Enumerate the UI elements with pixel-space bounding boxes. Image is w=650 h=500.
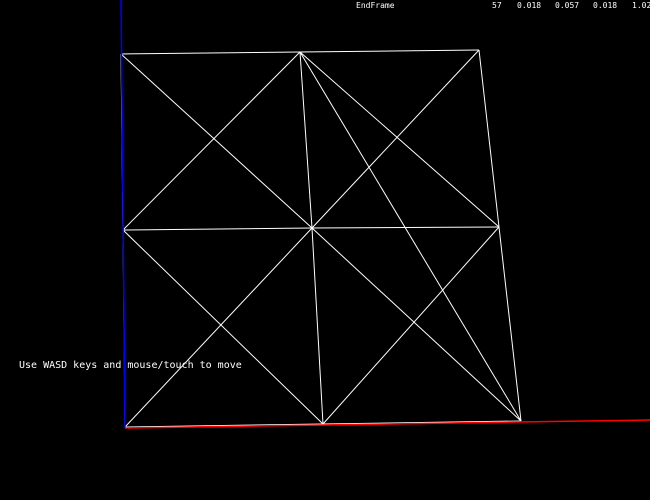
mesh-edge [299,49,480,53]
mesh-edge [311,227,522,422]
x-axis-line [124,419,650,429]
mesh-edge [299,51,522,422]
mesh-edge [498,226,522,422]
profiler-row: EndFrame 57 0.018 0.057 0.018 1.02 [0,1,650,13]
mesh-edge [478,49,500,228]
profiler-value: 1.02 [632,1,650,10]
profiler-value: 0.018 [517,1,542,10]
mesh-edge [122,229,324,425]
mesh-edge [311,49,480,229]
mesh-edge [322,226,500,425]
instructions-text: Use WASD keys and mouse/touch to move [19,360,242,371]
profiler-count: 57 [492,1,502,10]
mesh-edge [124,227,313,428]
mesh-edge [122,51,301,231]
wireframe-scene [120,0,650,429]
profiler-name: EndFrame [356,1,395,10]
mesh-edge [120,51,301,55]
profiler-value: 0.018 [593,1,618,10]
mesh-edge [311,227,324,425]
mesh-edge [120,53,313,229]
mesh-edge [122,227,313,231]
3d-viewport[interactable] [0,0,650,500]
mesh-edge [299,51,500,228]
mesh-edge [299,51,313,229]
profiler-value: 0.057 [555,1,580,10]
